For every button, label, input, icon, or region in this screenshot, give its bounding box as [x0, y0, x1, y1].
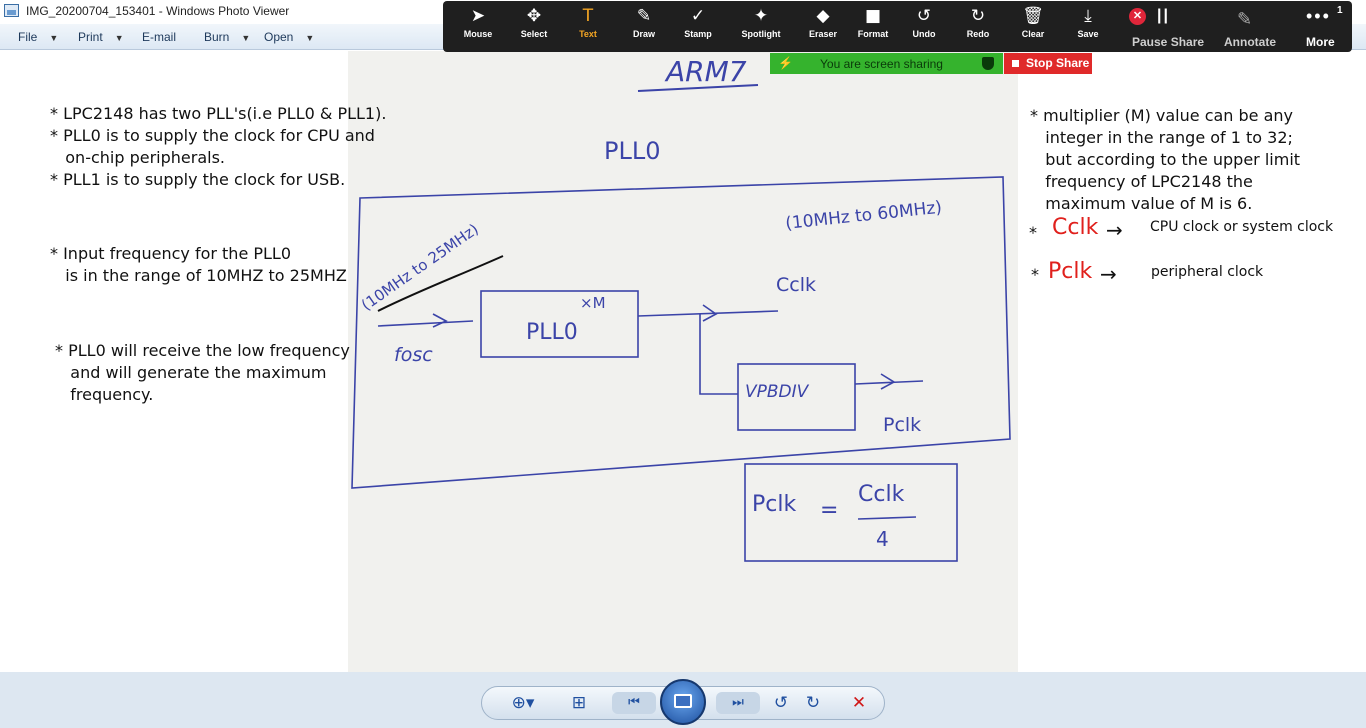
actual-size-icon[interactable]: ⊞	[566, 687, 592, 719]
note-left-5: * Input frequency for the PLL0	[50, 244, 292, 263]
rotate-cw-icon[interactable]: ↻	[802, 687, 824, 719]
note-right-5: maximum value of M is 6.	[1030, 194, 1253, 213]
checkmark-icon: ✓	[690, 6, 706, 26]
chevron-down-icon: ▼	[49, 33, 59, 43]
tool-format[interactable]: ■ Format	[845, 5, 901, 43]
slideshow-icon	[674, 694, 692, 708]
menu-open[interactable]: Open ▼	[264, 30, 314, 44]
legend-desc-pclk: peripheral clock	[1151, 264, 1264, 280]
note-right-4: frequency of LPC2148 the	[1030, 172, 1253, 191]
note-left-6: is in the range of 10MHZ to 25MHZ	[50, 266, 347, 285]
note-right-2: integer in the range of 1 to 32;	[1030, 128, 1293, 147]
legend-term-pclk: Pclk	[1048, 259, 1093, 284]
legend-desc-cclk: CPU clock or system clock	[1150, 219, 1334, 235]
arrow-right-icon: →	[1106, 218, 1123, 242]
note-left-7: * PLL0 will receive the low frequency	[55, 341, 350, 360]
note-right-1: * multiplier (M) value can be any	[1030, 106, 1294, 125]
photo-box-pll0: PLL0	[526, 320, 578, 345]
window-title: IMG_20200704_153401 - Windows Photo View…	[26, 4, 290, 18]
close-annotation-icon[interactable]: ✕	[1129, 8, 1146, 25]
note-left-4: * PLL1 is to supply the clock for USB.	[50, 170, 346, 189]
tool-eraser[interactable]: ◆ Eraser	[795, 5, 851, 43]
annotate-button[interactable]: Annotate	[1224, 35, 1276, 49]
menu-email[interactable]: E-mail	[142, 30, 176, 44]
trash-icon: 🗑	[1022, 6, 1044, 26]
photo-fosc: fosc	[394, 344, 433, 366]
tool-text[interactable]: T Text	[560, 5, 616, 43]
photo-canvas: ARM7 PLL0 (10MHz to 60MHz) (10MHz to 25M…	[348, 51, 1018, 672]
stop-square-icon	[1012, 60, 1019, 67]
note-left-3: on-chip peripherals.	[50, 148, 225, 167]
menu-print[interactable]: Print ▼	[78, 30, 124, 44]
photo-heading-pll0: PLL0	[604, 137, 660, 165]
arrow-right-icon: →	[1100, 262, 1117, 286]
undo-icon: ↺	[916, 6, 932, 26]
photo-title-arm7: ARM7	[664, 55, 747, 88]
format-icon: ■	[864, 6, 882, 26]
text-icon: T	[582, 6, 594, 26]
screen-sharing-banner: ⚡ You are screen sharing	[770, 53, 1003, 74]
cursor-icon: ➤	[470, 6, 486, 26]
photo-formula-equals: =	[820, 498, 838, 523]
lightning-icon: ⚡	[778, 56, 793, 70]
photo-formula-cclk: Cclk	[858, 482, 905, 507]
move-icon: ✥	[526, 6, 542, 26]
annotation-toolbar: ➤ Mouse ✥ Select T Text ✎ Draw ✓ Stamp ✦ Spotl…	[443, 1, 1352, 52]
photo-pclk: Pclk	[883, 414, 921, 436]
photo-viewer-app-icon	[4, 4, 19, 17]
tool-redo[interactable]: ↻ Redo	[950, 5, 1006, 43]
chevron-down-icon: ▼	[241, 33, 251, 43]
chevron-down-icon: ▼	[114, 33, 124, 43]
note-left-1: * LPC2148 has two PLL's(i.e PLL0 & PLL1)…	[50, 104, 387, 123]
tool-spotlight[interactable]: ✦ Spotlight	[733, 5, 789, 43]
more-badge: 1	[1337, 5, 1343, 16]
photo-formula-four: 4	[876, 527, 889, 551]
redo-icon: ↻	[970, 6, 986, 26]
eraser-icon: ◆	[816, 6, 830, 26]
save-icon: ⤓	[1084, 6, 1092, 26]
previous-icon[interactable]: ⏮	[612, 692, 656, 714]
more-button[interactable]: More	[1306, 35, 1335, 49]
pause-icon[interactable]: ||	[1157, 7, 1170, 25]
tool-mouse[interactable]: ➤ Mouse	[450, 5, 506, 43]
spotlight-icon: ✦	[753, 6, 769, 26]
pencil-icon: ✎	[636, 6, 652, 26]
pause-share-button[interactable]: Pause Share	[1132, 35, 1204, 49]
tool-clear[interactable]: 🗑 Clear	[1005, 5, 1061, 43]
slideshow-button[interactable]	[660, 679, 706, 725]
photo-multiplier: ×M	[580, 294, 606, 312]
viewer-content: ARM7 PLL0 (10MHz to 60MHz) (10MHz to 25M…	[0, 51, 1366, 672]
note-left-8: and will generate the maximum	[55, 363, 327, 382]
stop-share-button[interactable]: Stop Share	[1004, 53, 1092, 74]
note-right-3: but according to the upper limit	[1030, 150, 1301, 169]
legend-star-pclk: *	[1031, 265, 1039, 284]
legend-star-cclk: *	[1029, 223, 1037, 242]
tool-stamp[interactable]: ✓ Stamp	[670, 5, 726, 43]
tool-undo[interactable]: ↺ Undo	[896, 5, 952, 43]
tool-draw[interactable]: ✎ Draw	[616, 5, 672, 43]
note-left-9: frequency.	[55, 385, 154, 404]
menu-burn[interactable]: Burn ▼	[204, 30, 250, 44]
tool-select[interactable]: ✥ Select	[506, 5, 562, 43]
photo-formula-pclk: Pclk	[752, 492, 796, 517]
legend-term-cclk: Cclk	[1052, 215, 1099, 240]
delete-icon[interactable]: ✕	[848, 687, 870, 719]
tool-save[interactable]: ⤓ Save	[1060, 5, 1116, 43]
rotate-ccw-icon[interactable]: ↺	[770, 687, 792, 719]
next-icon[interactable]: ⏭	[716, 692, 760, 714]
zoom-icon[interactable]: ⊕▾	[508, 687, 538, 719]
menu-file[interactable]: File ▼	[18, 30, 58, 44]
note-left-2: * PLL0 is to supply the clock for CPU an…	[50, 126, 375, 145]
photo-vpbdiv: VPBDIV	[745, 382, 810, 402]
annotate-pencil-icon: ✎	[1237, 9, 1253, 29]
chevron-down-icon: ▼	[305, 33, 315, 43]
more-dots-icon: •••	[1306, 6, 1331, 26]
shield-icon	[982, 57, 994, 70]
handwritten-diagram: ARM7 PLL0 (10MHz to 60MHz) (10MHz to 25M…	[348, 51, 1018, 672]
photo-cclk: Cclk	[776, 274, 816, 296]
